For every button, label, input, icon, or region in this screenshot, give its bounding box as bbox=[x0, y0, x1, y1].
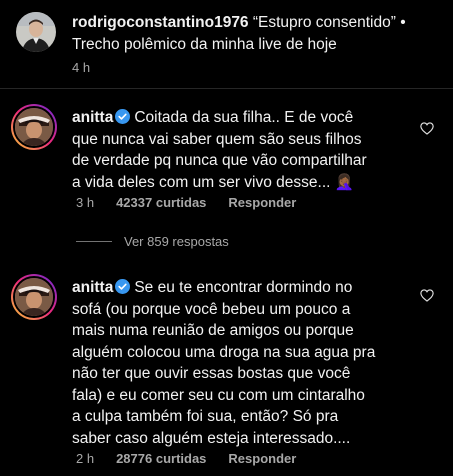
comment-username[interactable]: anitta bbox=[72, 109, 113, 126]
caption-avatar[interactable] bbox=[16, 12, 56, 52]
replies-line bbox=[76, 241, 112, 242]
post-caption: rodrigoconstantino1976 “Estupro consenti… bbox=[0, 0, 453, 88]
comment-meta: 3 h 42337 curtidas Responder bbox=[76, 195, 318, 210]
caption-username[interactable]: rodrigoconstantino1976 bbox=[72, 14, 249, 31]
verified-badge-icon bbox=[115, 279, 131, 294]
comment-line: a vida deles com um ser vivo desse... 🤦🏾… bbox=[72, 173, 355, 191]
comment-line: mais numa reunião de amigos ou porque bbox=[72, 322, 354, 339]
comment-meta: 2 h 28776 curtidas Responder bbox=[76, 451, 318, 466]
heart-icon[interactable] bbox=[420, 289, 434, 302]
comment-line: sofá (ou porque você bebeu um pouco a bbox=[72, 300, 351, 318]
caption-meta: 4 h bbox=[72, 60, 112, 75]
comment-time: 2 h bbox=[76, 451, 95, 466]
comment-text: anitta Coitada da sua filha.. E de você q… bbox=[72, 107, 447, 193]
reply-button[interactable]: Responder bbox=[228, 195, 296, 210]
comment-username[interactable]: anitta bbox=[72, 279, 113, 296]
comment-line: Coitada da sua filha.. E de você bbox=[134, 109, 354, 126]
caption-time: 4 h bbox=[72, 60, 91, 75]
comment-avatar[interactable] bbox=[13, 276, 55, 318]
caption-divider bbox=[0, 88, 453, 89]
verified-badge-icon bbox=[115, 109, 131, 124]
view-replies-button[interactable]: Ver 859 respostas bbox=[76, 234, 229, 249]
caption-text: rodrigoconstantino1976 “Estupro consenti… bbox=[72, 12, 447, 55]
comment-avatar[interactable] bbox=[13, 106, 55, 148]
comment-line: saber caso alguém esteja interessado.... bbox=[72, 429, 351, 447]
comment-line: que nunca vai saber quem são seus filhos bbox=[72, 130, 362, 148]
comment-time: 3 h bbox=[76, 195, 95, 210]
like-count[interactable]: 28776 curtidas bbox=[116, 451, 206, 466]
comment-line: Se eu te encontrar dormindo no bbox=[134, 279, 353, 296]
caption-body: Trecho polêmico da minha live de hoje bbox=[72, 35, 337, 53]
heart-icon[interactable] bbox=[420, 122, 434, 135]
comment-line: a culpa também foi sua, então? Só pra bbox=[72, 408, 339, 425]
comment-line: de verdade pq nunca que vão compartilhar bbox=[72, 152, 367, 169]
comment-line: alguém colocou uma droga na sua agua pra bbox=[72, 343, 376, 361]
caption-title: “Estupro consentido” • bbox=[248, 14, 406, 31]
view-replies-label: Ver 859 respostas bbox=[124, 234, 229, 249]
comment-line: fala) e eu comer seu cu com um cintaralh… bbox=[72, 386, 365, 404]
comment-text: anitta Se eu te encontrar dormindo no sof… bbox=[72, 277, 447, 449]
like-count[interactable]: 42337 curtidas bbox=[116, 195, 206, 210]
reply-button[interactable]: Responder bbox=[228, 451, 296, 466]
comment-line: não ter que ouvir essas bostas que você bbox=[72, 365, 351, 382]
